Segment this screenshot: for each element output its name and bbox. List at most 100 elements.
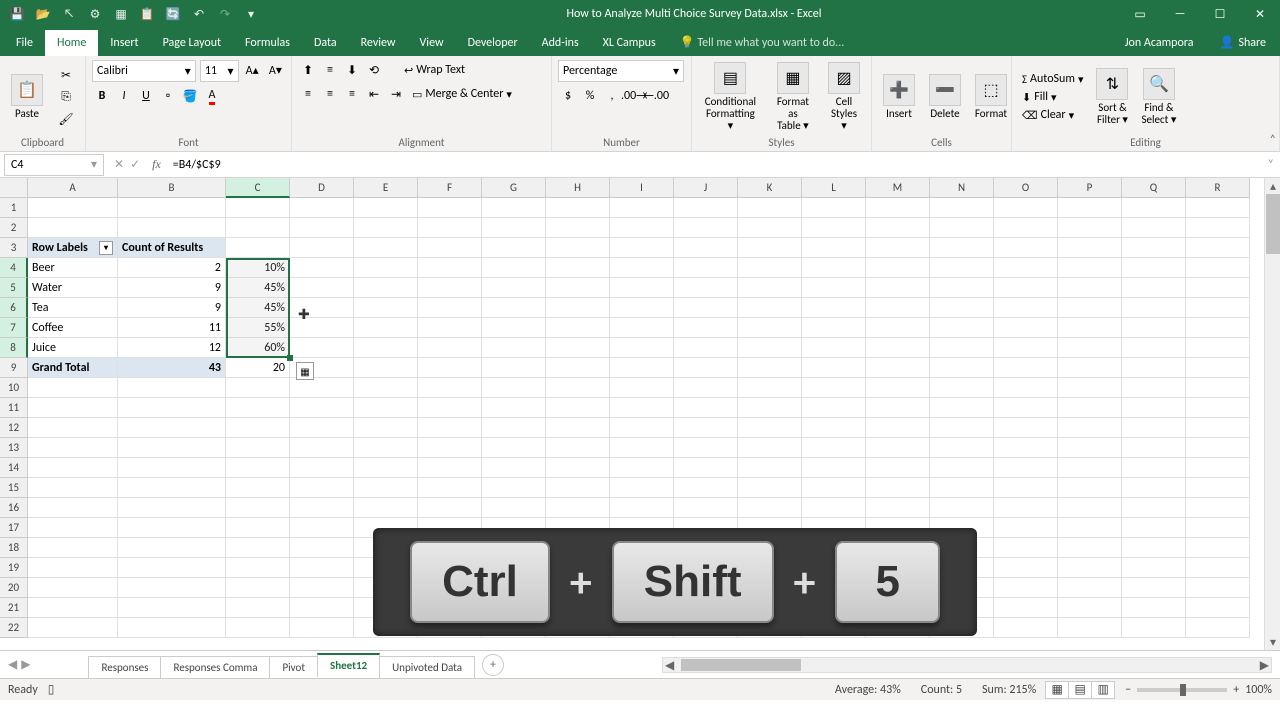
cell[interactable] [354, 318, 418, 338]
col-header-E[interactable]: E [354, 178, 418, 198]
cell[interactable] [290, 238, 354, 258]
align-left-icon[interactable]: ≡ [298, 84, 318, 104]
cell[interactable] [1186, 498, 1250, 518]
cell[interactable] [802, 218, 866, 238]
row-header-2[interactable]: 2 [0, 218, 28, 238]
cell[interactable] [226, 578, 290, 598]
row-header-13[interactable]: 13 [0, 438, 28, 458]
row-header-7[interactable]: 7 [0, 318, 28, 338]
cell[interactable] [1122, 418, 1186, 438]
cell[interactable] [28, 438, 118, 458]
cell[interactable] [1186, 358, 1250, 378]
cell[interactable] [418, 238, 482, 258]
cell[interactable] [290, 338, 354, 358]
cell[interactable] [1058, 538, 1122, 558]
decrease-indent-icon[interactable]: ⇤ [364, 84, 384, 104]
open-icon[interactable]: 📂 [34, 5, 52, 23]
sheet-tab[interactable]: Responses Comma [160, 656, 270, 678]
cell[interactable] [1058, 258, 1122, 278]
cell[interactable] [1122, 458, 1186, 478]
cell[interactable] [1058, 598, 1122, 618]
cell[interactable] [118, 438, 226, 458]
cell[interactable] [482, 358, 546, 378]
copy-icon[interactable]: ⎘ [56, 87, 76, 107]
cell[interactable] [354, 258, 418, 278]
pointer-icon[interactable]: ↖ [60, 5, 78, 23]
wrap-text-button[interactable]: ↩ Wrap Text [400, 62, 469, 78]
cell[interactable] [802, 278, 866, 298]
autofill-options-icon[interactable]: ▦ [296, 362, 314, 380]
cell[interactable] [546, 438, 610, 458]
cell[interactable] [418, 478, 482, 498]
align-top-icon[interactable]: ⬆ [298, 60, 318, 80]
align-bottom-icon[interactable]: ⬇ [342, 60, 362, 80]
qat-dropdown-icon[interactable]: ▾ [242, 5, 260, 23]
cell[interactable] [994, 418, 1058, 438]
row-headers[interactable]: 12345678910111213141516171819202122 [0, 198, 28, 638]
col-header-L[interactable]: L [802, 178, 866, 198]
cell[interactable] [994, 538, 1058, 558]
cell[interactable] [930, 378, 994, 398]
cell[interactable] [1122, 438, 1186, 458]
cell[interactable] [28, 558, 118, 578]
scroll-up-icon[interactable]: ▴ [1265, 178, 1280, 194]
cell[interactable] [1058, 478, 1122, 498]
cell[interactable] [738, 358, 802, 378]
cell[interactable] [994, 438, 1058, 458]
cell[interactable] [1186, 538, 1250, 558]
tab-review[interactable]: Review [349, 30, 408, 56]
cell[interactable] [226, 618, 290, 638]
row-header-16[interactable]: 16 [0, 498, 28, 518]
find-select-button[interactable]: 🔍Find &Select ▾ [1137, 66, 1180, 128]
page-layout-view-icon[interactable]: ▤ [1068, 681, 1092, 699]
cell[interactable] [1122, 198, 1186, 218]
select-all-triangle[interactable] [0, 178, 28, 198]
cell[interactable]: Count of Results [118, 238, 226, 258]
cell[interactable] [1122, 358, 1186, 378]
cell[interactable] [290, 478, 354, 498]
tab-file[interactable]: File [4, 30, 45, 56]
cell[interactable] [290, 518, 354, 538]
cell[interactable] [738, 298, 802, 318]
tab-data[interactable]: Data [302, 30, 349, 56]
cell[interactable] [866, 278, 930, 298]
tab-developer[interactable]: Developer [456, 30, 530, 56]
cell[interactable] [1058, 318, 1122, 338]
cell[interactable] [546, 478, 610, 498]
cell[interactable] [1058, 578, 1122, 598]
cell[interactable] [118, 578, 226, 598]
sheet-tab[interactable]: Pivot [269, 656, 318, 678]
cell[interactable] [1186, 218, 1250, 238]
cell[interactable] [1058, 358, 1122, 378]
percent-icon[interactable]: % [580, 86, 600, 106]
cell[interactable] [930, 198, 994, 218]
cell[interactable] [802, 338, 866, 358]
cell[interactable] [1186, 278, 1250, 298]
cell[interactable] [482, 378, 546, 398]
tab-formulas[interactable]: Formulas [233, 30, 302, 56]
cell[interactable] [546, 398, 610, 418]
italic-icon[interactable]: I [114, 86, 134, 106]
cell[interactable] [418, 398, 482, 418]
row-header-19[interactable]: 19 [0, 558, 28, 578]
col-header-I[interactable]: I [610, 178, 674, 198]
cell[interactable] [1186, 558, 1250, 578]
cut-icon[interactable]: ✂ [56, 65, 76, 85]
cell[interactable] [1058, 438, 1122, 458]
cell[interactable]: 9 [118, 278, 226, 298]
cell[interactable] [994, 478, 1058, 498]
cell[interactable] [674, 438, 738, 458]
cell[interactable] [610, 238, 674, 258]
cell-styles-button[interactable]: ▨CellStyles ▾ [823, 60, 865, 134]
cell[interactable] [930, 498, 994, 518]
cell[interactable] [802, 198, 866, 218]
cell[interactable] [1186, 378, 1250, 398]
cell[interactable] [418, 458, 482, 478]
cell[interactable] [610, 378, 674, 398]
expand-formula-icon[interactable]: ˅ [1262, 158, 1280, 172]
align-middle-icon[interactable]: ≡ [320, 60, 340, 80]
cell[interactable] [994, 598, 1058, 618]
cell[interactable] [1122, 318, 1186, 338]
cell[interactable]: 45% [226, 278, 290, 298]
cell[interactable] [226, 218, 290, 238]
